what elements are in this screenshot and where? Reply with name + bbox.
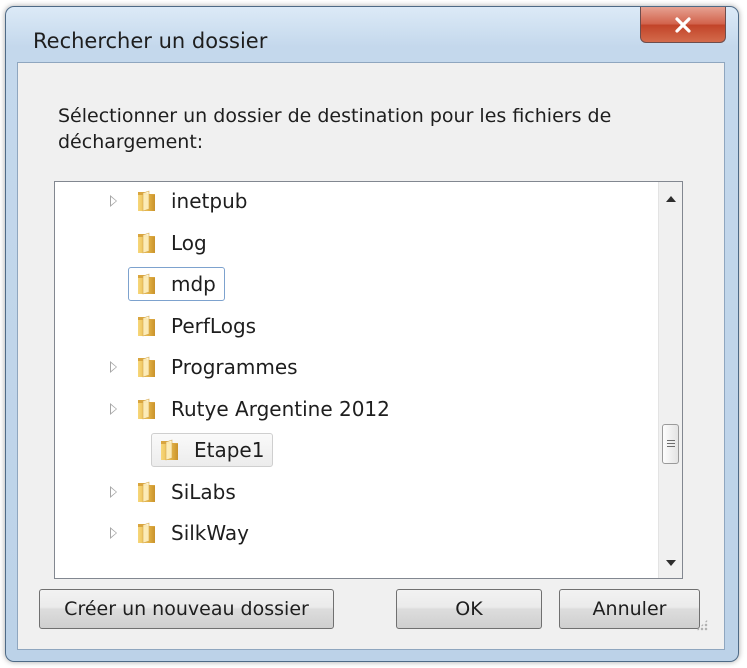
tree-item-label: Rutye Argentine 2012 (171, 396, 390, 421)
tree-item-log[interactable]: Log (55, 225, 655, 261)
tree-item-label: Log (171, 230, 207, 255)
dialog-title: Rechercher un dossier (33, 29, 268, 53)
tree-item-content[interactable]: mdp (128, 267, 225, 301)
expand-arrow-icon[interactable] (110, 402, 117, 415)
tree-item-perflogs[interactable]: PerfLogs (55, 308, 655, 344)
title-bar[interactable]: Rechercher un dossier (6, 7, 738, 65)
tree-item-content[interactable]: inetpub (128, 184, 256, 218)
expand-arrow-icon[interactable] (110, 361, 117, 373)
folder-icon (138, 398, 155, 419)
expand-arrow-icon[interactable] (110, 195, 117, 207)
dialog-description: Sélectionner un dossier de destination p… (58, 105, 612, 153)
folder-tree[interactable]: inetpub Log mdp PerfLogs Programmes Rutye Arg… (54, 181, 683, 579)
folder-icon (138, 522, 155, 544)
folder-icon (161, 439, 178, 461)
folder-icon (138, 273, 155, 295)
tree-item-programmes[interactable]: Programmes (55, 349, 655, 385)
tree-item-content[interactable]: Programmes (128, 350, 307, 384)
folder-icon (138, 356, 155, 378)
cancel-button[interactable]: Annuler (559, 589, 700, 629)
scroll-thumb[interactable] (662, 424, 679, 464)
tree-item-rutye-argentine-2012[interactable]: Rutye Argentine 2012 (55, 391, 655, 427)
tree-item-label: SilkWay (171, 521, 249, 545)
folder-icon (138, 232, 155, 253)
tree-item-inetpub[interactable]: inetpub (55, 183, 655, 219)
expand-arrow-icon[interactable] (110, 485, 117, 498)
folder-icon (138, 481, 155, 502)
tree-item-label: SiLabs (171, 479, 236, 504)
tree-item-silkway[interactable]: SilkWay (55, 515, 655, 551)
tree-item-content[interactable]: SiLabs (128, 475, 245, 509)
tree-item-content[interactable]: Rutye Argentine 2012 (128, 392, 399, 426)
tree-item-content[interactable]: SilkWay (128, 516, 258, 550)
tree-item-label: Etape1 (194, 438, 265, 462)
tree-item-content[interactable]: Etape1 (151, 433, 274, 467)
close-button[interactable] (640, 7, 726, 43)
tree-item-silabs[interactable]: SiLabs (55, 474, 655, 510)
tree-item-etape1[interactable]: Etape1 (55, 432, 655, 468)
tree-item-label: inetpub (171, 189, 248, 213)
new-folder-button[interactable]: Créer un nouveau dossier (39, 589, 334, 629)
ok-button[interactable]: OK (396, 589, 542, 629)
tree-item-label: mdp (171, 272, 216, 296)
tree-item-label: PerfLogs (171, 313, 257, 338)
tree-item-content[interactable]: Log (128, 226, 216, 260)
folder-icon (138, 315, 155, 336)
dialog-client-area: Sélectionner un dossier de destination p… (17, 62, 725, 650)
tree-item-mdp[interactable]: mdp (55, 266, 655, 302)
tree-item-content[interactable]: PerfLogs (128, 309, 265, 343)
scroll-up-arrow-icon[interactable] (666, 196, 676, 202)
vertical-scrollbar[interactable] (658, 182, 682, 578)
expand-arrow-icon[interactable] (110, 527, 117, 539)
folder-icon (138, 190, 155, 212)
close-icon (675, 16, 691, 33)
scroll-down-arrow-icon[interactable] (666, 560, 676, 566)
tree-item-label: Programmes (171, 355, 298, 379)
